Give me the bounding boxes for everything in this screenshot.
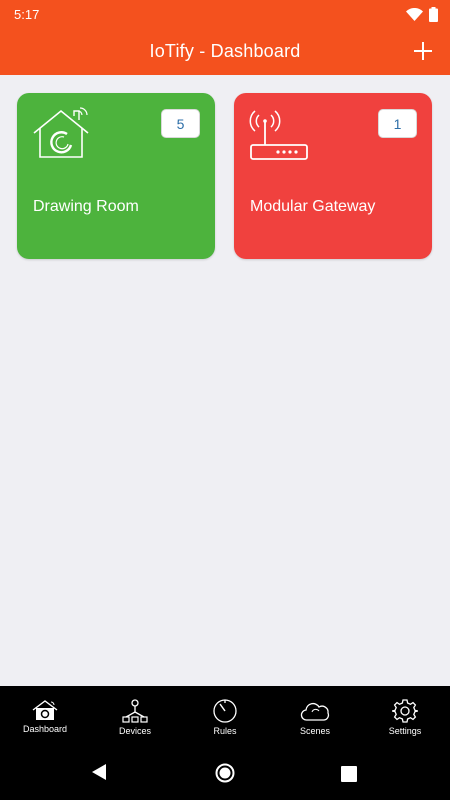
app-header: 5:17 IoTify - Dashboard xyxy=(0,0,450,75)
add-button[interactable] xyxy=(406,36,440,66)
page-title: IoTify - Dashboard xyxy=(149,41,301,61)
card-label: Modular Gateway xyxy=(250,198,376,215)
back-icon[interactable] xyxy=(91,763,107,781)
system-nav-bar xyxy=(0,744,450,800)
plus-icon xyxy=(414,42,432,60)
nav-rules[interactable]: Rules xyxy=(180,686,270,744)
nav-label: Settings xyxy=(388,726,422,736)
router-icon xyxy=(249,110,308,160)
nav-devices[interactable]: Devices xyxy=(90,686,180,744)
device-count-badge: 5 xyxy=(161,109,200,138)
status-bar: 5:17 xyxy=(0,0,450,28)
dashboard-cards: 5 Drawing Room 1 Modular Gateway xyxy=(17,93,433,259)
nav-dashboard[interactable]: Dashboard xyxy=(0,686,90,744)
device-count-badge: 1 xyxy=(378,109,417,138)
nav-label: Devices xyxy=(118,726,151,736)
timer-icon xyxy=(213,699,237,723)
nav-scenes[interactable]: Scenes xyxy=(270,686,360,744)
app-bar: IoTify - Dashboard xyxy=(0,28,450,75)
nav-label: Dashboard xyxy=(22,724,68,734)
wifi-icon xyxy=(406,7,423,21)
devices-icon xyxy=(122,699,148,723)
status-time: 5:17 xyxy=(14,6,40,22)
gear-icon xyxy=(392,699,418,723)
battery-icon xyxy=(429,6,438,22)
bottom-nav: Dashboard Devices Rules Scenes Settings xyxy=(0,686,450,744)
card-drawing-room[interactable]: 5 Drawing Room xyxy=(17,93,215,259)
card-label: Drawing Room xyxy=(33,198,139,215)
house-icon xyxy=(32,700,58,720)
house-icon xyxy=(33,107,89,158)
card-modular-gateway[interactable]: 1 Modular Gateway xyxy=(234,93,432,259)
status-icons xyxy=(406,6,438,22)
cloud-icon xyxy=(300,702,330,721)
home-icon[interactable] xyxy=(215,763,235,783)
nav-label: Scenes xyxy=(299,726,331,736)
nav-settings[interactable]: Settings xyxy=(360,686,450,744)
recents-icon[interactable] xyxy=(341,766,357,782)
nav-label: Rules xyxy=(213,726,237,736)
